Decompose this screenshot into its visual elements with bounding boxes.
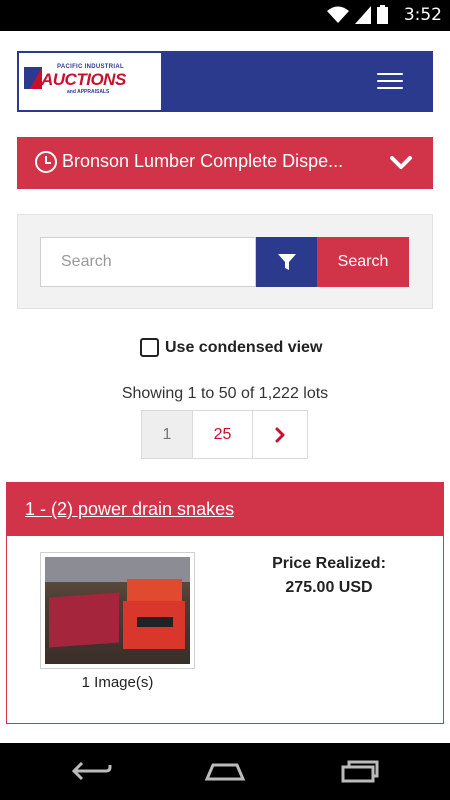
status-time: 3:52 [403,5,442,25]
hamburger-icon[interactable] [377,73,403,91]
condensed-view-checkbox[interactable] [140,338,159,357]
filter-icon [277,254,296,270]
condensed-view-label: Use condensed view [165,338,323,356]
lot-thumbnail[interactable] [40,552,195,669]
site-logo[interactable]: PACIFIC INDUSTRIAL AUCTIONS and APPRAISA… [19,53,161,110]
lot-header: 1 - (2) power drain snakes [7,483,443,536]
home-icon[interactable] [203,759,247,783]
sale-title: Bronson Lumber Complete Dispe... [62,151,344,171]
logo-line2: AUCTIONS [41,70,126,89]
status-bar: 3:52 [0,0,450,31]
pagination: 1 25 [141,410,308,459]
clock-icon [35,151,57,173]
search-button[interactable]: Search [317,237,409,287]
system-nav-bar [0,743,450,800]
site-header: PACIFIC INDUSTRIAL AUCTIONS and APPRAISA… [17,51,433,112]
search-input[interactable] [40,237,256,287]
lot-photo [45,557,190,664]
status-icons [327,5,388,24]
next-page-button[interactable] [253,411,307,458]
per-page-25[interactable]: 25 [193,411,253,458]
lot-card: 1 - (2) power drain snakes 1 Image(s) Pr… [6,482,444,724]
logo-mark [24,67,42,89]
battery-icon [377,5,388,24]
back-icon[interactable] [70,759,114,783]
condensed-view-toggle[interactable]: Use condensed view [140,338,322,357]
page-button-1[interactable]: 1 [142,411,193,458]
chevron-right-icon [275,427,285,442]
price-realized-value: 275.00 USD [285,579,373,596]
sale-selector[interactable]: Bronson Lumber Complete Dispe... [17,137,433,189]
recents-icon[interactable] [337,759,381,783]
lot-title-link[interactable]: 1 - (2) power drain snakes [25,499,234,520]
price-realized-label: Price Realized: [272,555,386,572]
filter-button[interactable] [256,237,317,287]
wifi-icon [327,6,349,23]
lot-images-count: 1 Image(s) [81,674,154,691]
signal-icon [355,5,371,24]
logo-line3: and APPRAISALS [67,89,110,95]
chevron-down-icon[interactable] [389,155,413,171]
results-count: Showing 1 to 50 of 1,222 lots [121,385,329,402]
search-panel: Search [17,214,433,309]
